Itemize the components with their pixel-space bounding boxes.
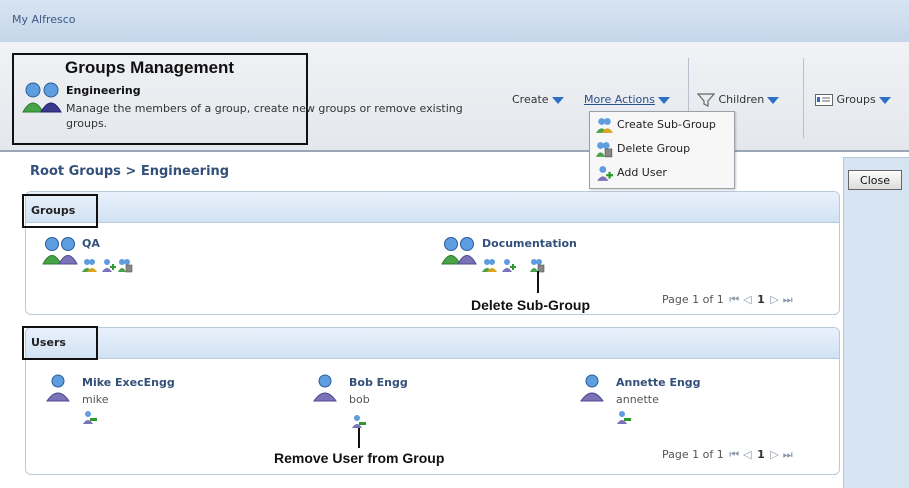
create-label: Create: [512, 93, 549, 106]
list-view-icon: [815, 94, 833, 106]
chevron-down-icon: [657, 96, 670, 104]
top-bar: My Alfresco: [0, 0, 909, 43]
groups-view-label: Groups: [836, 93, 876, 106]
chevron-down-icon: [878, 96, 891, 104]
groups-panel-header: [26, 192, 839, 223]
next-page-icon[interactable]: ▷: [770, 293, 778, 306]
group-icon: [441, 237, 477, 265]
menu-item-add-user[interactable]: Add User: [596, 163, 667, 183]
menu-item-label: Delete Group: [617, 142, 691, 155]
group-icon: [42, 237, 78, 265]
children-menu-button[interactable]: Children: [696, 93, 780, 107]
menu-item-label: Add User: [617, 166, 667, 179]
user-name-mike[interactable]: Mike ExecEngg: [82, 376, 175, 389]
user-name-bob[interactable]: Bob Engg: [349, 376, 408, 389]
breadcrumb[interactable]: Root Groups > Engineering: [30, 164, 229, 179]
chevron-down-icon: [551, 96, 564, 104]
first-page-icon[interactable]: ⏮: [729, 448, 739, 461]
create-subgroup-icon: [596, 117, 613, 133]
user-username: annette: [616, 393, 659, 406]
annotation-pointer-line: [358, 428, 360, 448]
close-panel: [843, 157, 909, 488]
last-page-icon[interactable]: ⏭: [783, 448, 793, 461]
more-actions-menu-button[interactable]: More Actions: [584, 93, 670, 106]
delete-group-icon[interactable]: [118, 258, 133, 273]
close-button[interactable]: Close: [848, 170, 902, 190]
current-page: 1: [757, 448, 765, 461]
users-panel-header: [26, 328, 839, 359]
pager-text: Page 1 of 1: [662, 293, 724, 306]
more-actions-label: More Actions: [584, 93, 655, 106]
remove-user-icon[interactable]: [616, 410, 631, 425]
chevron-down-icon: [767, 96, 780, 104]
groups-section-title: Groups: [31, 204, 76, 217]
filter-icon: [696, 93, 716, 107]
user-username: mike: [82, 393, 109, 406]
annotation-remove-user: Remove User from Group: [274, 450, 445, 466]
toolbar-divider: [803, 58, 804, 138]
user-avatar-icon: [313, 374, 337, 402]
add-user-icon[interactable]: [501, 258, 516, 273]
page-title: Groups Management: [65, 58, 235, 77]
first-page-icon[interactable]: ⏮: [729, 293, 739, 306]
user-avatar-icon: [580, 374, 604, 402]
menu-item-delete-group[interactable]: Delete Group: [596, 139, 690, 159]
create-subgroup-icon[interactable]: [82, 258, 97, 273]
annotation-pointer-line: [537, 271, 539, 293]
children-label: Children: [718, 93, 765, 106]
create-menu-button[interactable]: Create: [512, 93, 564, 106]
group-name-qa[interactable]: QA: [82, 237, 100, 250]
menu-item-create-subgroup[interactable]: Create Sub-Group: [596, 115, 716, 135]
remove-user-icon[interactable]: [82, 410, 97, 425]
remove-user-icon[interactable]: [351, 414, 366, 429]
previous-page-icon[interactable]: ◁: [743, 448, 751, 461]
pager-text: Page 1 of 1: [662, 448, 724, 461]
add-user-icon[interactable]: [101, 258, 116, 273]
users-section-title: Users: [31, 336, 66, 349]
groups-menu-button[interactable]: Groups: [815, 93, 891, 106]
last-page-icon[interactable]: ⏭: [783, 293, 793, 306]
page-description: Manage the members of a group, create ne…: [66, 102, 463, 130]
app-title: My Alfresco: [12, 13, 76, 26]
users-pager: Page 1 of 1 ⏮ ◁ 1 ▷ ⏭: [662, 448, 795, 462]
user-username: bob: [349, 393, 370, 406]
create-subgroup-icon[interactable]: [482, 258, 497, 273]
group-name-documentation[interactable]: Documentation: [482, 237, 577, 250]
add-user-icon: [597, 165, 613, 181]
more-actions-menu: Create Sub-Group Delete Group Add User: [589, 111, 735, 189]
delete-group-icon: [596, 141, 613, 157]
page-subtitle: Engineering: [66, 84, 141, 97]
user-name-annette[interactable]: Annette Engg: [616, 376, 701, 389]
groups-pager: Page 1 of 1 ⏮ ◁ 1 ▷ ⏭: [662, 293, 795, 307]
previous-page-icon[interactable]: ◁: [743, 293, 751, 306]
next-page-icon[interactable]: ▷: [770, 448, 778, 461]
menu-item-label: Create Sub-Group: [617, 118, 716, 131]
user-avatar-icon: [46, 374, 70, 402]
current-page: 1: [757, 293, 765, 306]
annotation-delete-subgroup: Delete Sub-Group: [471, 297, 591, 313]
